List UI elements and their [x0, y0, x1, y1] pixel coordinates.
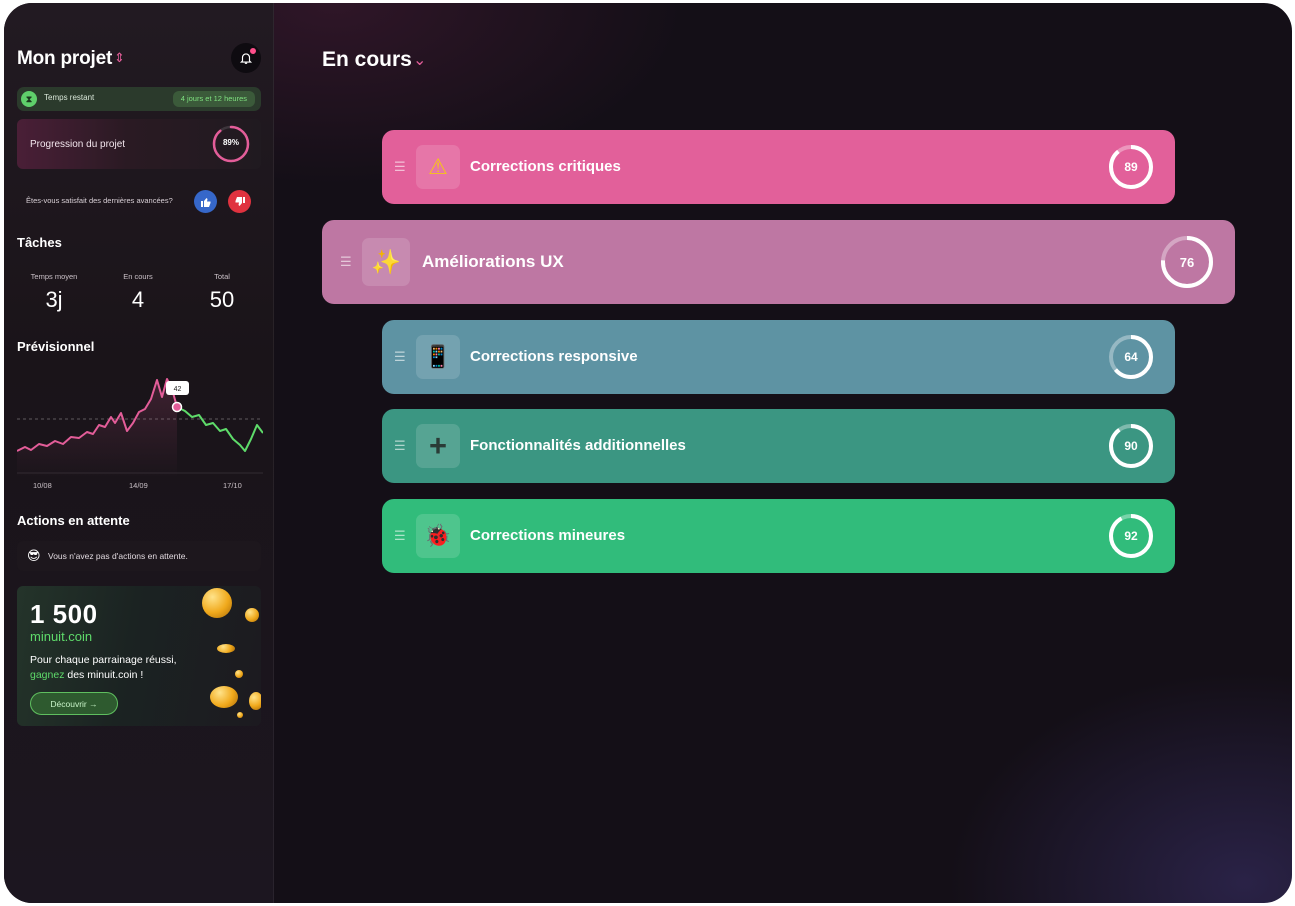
coin-icon — [235, 670, 243, 678]
promo-description: Pour chaque parrainage réussi, gagnez de… — [30, 653, 200, 683]
project-progress-label: Progression du projet — [30, 139, 126, 150]
coin-icon — [210, 686, 238, 708]
coin-icon — [217, 644, 235, 653]
pending-title: Actions en attente — [17, 513, 130, 528]
stat-label: En cours — [123, 272, 153, 281]
task-score-ring: 92 — [1107, 512, 1155, 560]
stat-label: Temps moyen — [30, 272, 78, 281]
time-remaining-badge: 4 jours et 12 heures — [172, 91, 255, 107]
drag-handle-icon[interactable]: ☰ — [340, 254, 352, 270]
warning-icon: ⚠ — [416, 145, 460, 189]
stat-value: 3j — [45, 287, 63, 312]
forecast-title: Prévisionnel — [17, 339, 95, 354]
app-window: Mon projet ⇕ ⧗ Temps restant 4 jours et … — [4, 3, 1292, 903]
drag-handle-icon[interactable]: ☰ — [394, 349, 406, 365]
promo-coin-name: minuit.coin — [30, 629, 93, 644]
stat-total: Total 50 — [182, 272, 262, 313]
drag-handle-icon[interactable]: ☰ — [394, 438, 406, 454]
task-category-card[interactable]: ☰ + Fonctionnalités additionnelles 90 — [382, 409, 1175, 483]
task-category-label: Corrections mineures — [470, 527, 626, 544]
notifications-button[interactable] — [231, 43, 261, 73]
mobile-phone-icon: 📱 — [416, 335, 460, 379]
task-score-value: 76 — [1179, 255, 1195, 270]
thumbs-down-icon — [235, 196, 245, 206]
drag-handle-icon[interactable]: ☰ — [394, 528, 406, 544]
plus-icon: + — [416, 424, 460, 468]
task-score-value: 92 — [1124, 529, 1138, 543]
task-category-label: Corrections responsive — [470, 348, 638, 365]
coin-icon — [237, 712, 243, 718]
hourglass-icon: ⧗ — [21, 91, 37, 107]
project-progress-value: 89% — [222, 138, 239, 147]
stat-average-time: Temps moyen 3j — [14, 272, 94, 313]
pending-actions-box: 😎 Vous n'avez pas d'actions en attente. — [17, 541, 261, 571]
task-category-card[interactable]: ☰ 🐞 Corrections mineures 92 — [382, 499, 1175, 573]
tasks-title: Tâches — [17, 235, 62, 250]
task-score-ring: 76 — [1159, 234, 1215, 290]
stat-in-progress: En cours 4 — [98, 272, 178, 313]
promo-desc-highlight: gagnez — [30, 669, 65, 681]
task-category-label: Corrections critiques — [470, 158, 621, 175]
task-score-value: 90 — [1124, 439, 1138, 453]
task-score-ring: 89 — [1107, 143, 1155, 191]
drag-handle-icon[interactable]: ☰ — [394, 159, 406, 175]
promo-desc-text: Pour chaque parrainage réussi, — [30, 654, 177, 666]
forecast-current-point[interactable] — [171, 401, 183, 413]
coin-icon — [245, 608, 259, 622]
stat-value: 4 — [131, 287, 145, 312]
coin-icon — [249, 692, 261, 710]
chevron-down-icon[interactable]: ⌄ — [413, 50, 426, 70]
x-tick: 10/08 — [33, 481, 52, 490]
forecast-tooltip: 42 — [174, 386, 182, 393]
satisfaction-question: Êtes-vous satisfait des dernières avancé… — [26, 196, 173, 205]
status-filter[interactable]: En cours — [322, 48, 412, 72]
thumbs-up-icon — [200, 197, 210, 207]
notification-dot — [250, 48, 256, 54]
sparkles-icon: ✨ — [362, 238, 410, 286]
stat-value: 50 — [209, 287, 235, 312]
task-category-card[interactable]: ☰ 📱 Corrections responsive 64 — [382, 320, 1175, 394]
time-remaining-label: Temps restant — [44, 93, 95, 102]
sidebar: Mon projet ⇕ ⧗ Temps restant 4 jours et … — [4, 3, 274, 903]
forecast-chart: 42 10/08 14/09 17/10 — [16, 365, 264, 495]
task-score-ring: 90 — [1107, 422, 1155, 470]
promo-desc-text-end: des minuit.coin ! — [64, 669, 144, 681]
pending-message: Vous n'avez pas d'actions en attente. — [48, 551, 188, 561]
time-remaining-row: ⧗ Temps restant 4 jours et 12 heures — [17, 87, 261, 111]
sunglasses-emoji-icon: 😎 — [27, 548, 41, 563]
project-progress-card: Progression du projet 89% — [17, 119, 261, 169]
task-score-value: 64 — [1124, 350, 1138, 364]
task-category-card[interactable]: ☰ ✨ Améliorations UX 76 — [322, 220, 1235, 304]
project-title[interactable]: Mon projet — [17, 48, 112, 70]
task-category-label: Améliorations UX — [422, 251, 564, 271]
task-score-ring: 64 — [1107, 333, 1155, 381]
task-score-value: 89 — [1124, 160, 1138, 174]
task-category-label: Fonctionnalités additionnelles — [470, 437, 686, 454]
ladybug-icon: 🐞 — [416, 514, 460, 558]
x-tick: 17/10 — [223, 481, 242, 490]
promo-amount: 1 500 — [30, 599, 98, 629]
project-switch-icon[interactable]: ⇕ — [114, 50, 125, 66]
task-category-card[interactable]: ☰ ⚠ Corrections critiques 89 — [382, 130, 1175, 204]
thumbs-down-button[interactable] — [228, 190, 251, 213]
thumbs-up-button[interactable] — [194, 190, 217, 213]
project-progress-ring: 89% — [211, 124, 251, 164]
coin-icon — [202, 588, 232, 618]
stat-label: Total — [214, 272, 230, 281]
referral-promo-card: 1 500 minuit.coin Pour chaque parrainage… — [17, 586, 261, 726]
discover-button[interactable]: Découvrir → — [30, 692, 118, 715]
forecast-chart-svg: 42 — [16, 378, 264, 477]
x-tick: 14/09 — [129, 481, 148, 490]
forecast-projection-line — [176, 406, 264, 452]
